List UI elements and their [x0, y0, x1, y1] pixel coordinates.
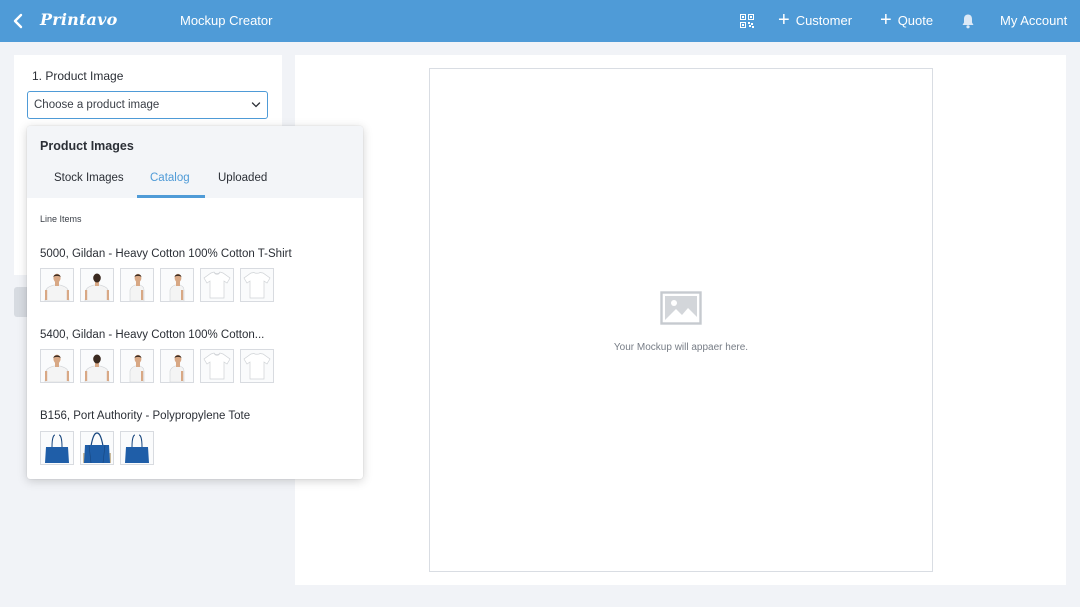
product-image — [121, 432, 153, 464]
product-image-thumbnail[interactable] — [240, 268, 274, 302]
tab-stock-images[interactable]: Stock Images — [54, 172, 124, 184]
product-image-thumbnail[interactable] — [160, 349, 194, 383]
product-image-thumbnail[interactable] — [200, 268, 234, 302]
product-image — [41, 432, 73, 464]
product-image-thumbnail[interactable] — [200, 349, 234, 383]
line-item-title: B156, Port Authority - Polypropylene Tot… — [40, 410, 251, 422]
product-image-thumbnail[interactable] — [80, 349, 114, 383]
line-item-title: 5000, Gildan - Heavy Cotton 100% Cotton … — [40, 248, 292, 260]
mockup-canvas-panel: Your Mockup will appaer here. — [295, 55, 1066, 585]
tab-catalog[interactable]: Catalog — [150, 172, 190, 184]
product-image-thumbnail[interactable] — [80, 268, 114, 302]
product-images-popover: Product Images Stock Images Catalog Uplo… — [27, 126, 363, 479]
qr-code-icon[interactable] — [740, 14, 754, 28]
top-bar: Printavo Mockup Creator + Customer + Quo… — [0, 0, 1080, 42]
add-customer-label: Customer — [795, 12, 853, 28]
product-image — [81, 350, 113, 382]
plus-icon: + — [880, 9, 892, 31]
line-item-title: 5400, Gildan - Heavy Cotton 100% Cotton.… — [40, 329, 265, 341]
page-title: Mockup Creator — [180, 13, 273, 28]
product-image-thumbnail[interactable] — [160, 268, 194, 302]
line-items-heading: Line Items — [40, 214, 82, 224]
product-image-thumbnail[interactable] — [40, 431, 74, 465]
product-image-select[interactable]: Choose a product image — [27, 91, 268, 119]
popover-title: Product Images — [40, 139, 134, 153]
product-image — [241, 350, 273, 382]
image-placeholder-icon — [660, 291, 702, 325]
product-image-thumbnail[interactable] — [40, 349, 74, 383]
product-image — [81, 269, 113, 301]
plus-icon: + — [778, 9, 790, 31]
product-image — [161, 269, 193, 301]
tab-uploaded[interactable]: Uploaded — [218, 172, 267, 184]
chevron-left-icon[interactable] — [10, 11, 28, 31]
line-item-thumbnails — [40, 431, 154, 465]
bell-icon[interactable] — [961, 13, 975, 29]
product-image — [121, 350, 153, 382]
product-image — [201, 269, 233, 301]
add-customer-button[interactable]: + Customer — [778, 9, 853, 31]
product-image — [241, 269, 273, 301]
popover-header: Product Images Stock Images Catalog Uplo… — [27, 126, 363, 198]
mockup-placeholder-text: Your Mockup will appaer here. — [613, 342, 749, 353]
chevron-down-icon — [251, 102, 261, 108]
product-image-section-label: 1. Product Image — [32, 69, 124, 83]
product-image — [41, 350, 73, 382]
product-image-thumbnail[interactable] — [40, 268, 74, 302]
add-quote-label: Quote — [897, 12, 934, 28]
product-image — [41, 269, 73, 301]
product-image-thumbnail[interactable] — [120, 431, 154, 465]
my-account-link[interactable]: My Account — [1000, 13, 1067, 28]
product-image-thumbnail[interactable] — [240, 349, 274, 383]
product-image — [201, 350, 233, 382]
product-image-select-value: Choose a product image — [34, 99, 160, 111]
line-item-thumbnails — [40, 268, 274, 302]
app-logo[interactable]: Printavo — [40, 10, 118, 29]
active-tab-indicator — [137, 195, 205, 198]
mockup-preview-frame: Your Mockup will appaer here. — [429, 68, 933, 572]
product-image-thumbnail[interactable] — [120, 349, 154, 383]
product-image — [161, 350, 193, 382]
add-quote-button[interactable]: + Quote — [880, 9, 934, 31]
product-image — [121, 269, 153, 301]
product-image-thumbnail[interactable] — [80, 431, 114, 465]
line-item-thumbnails — [40, 349, 274, 383]
product-image-thumbnail[interactable] — [120, 268, 154, 302]
product-image — [81, 432, 113, 464]
